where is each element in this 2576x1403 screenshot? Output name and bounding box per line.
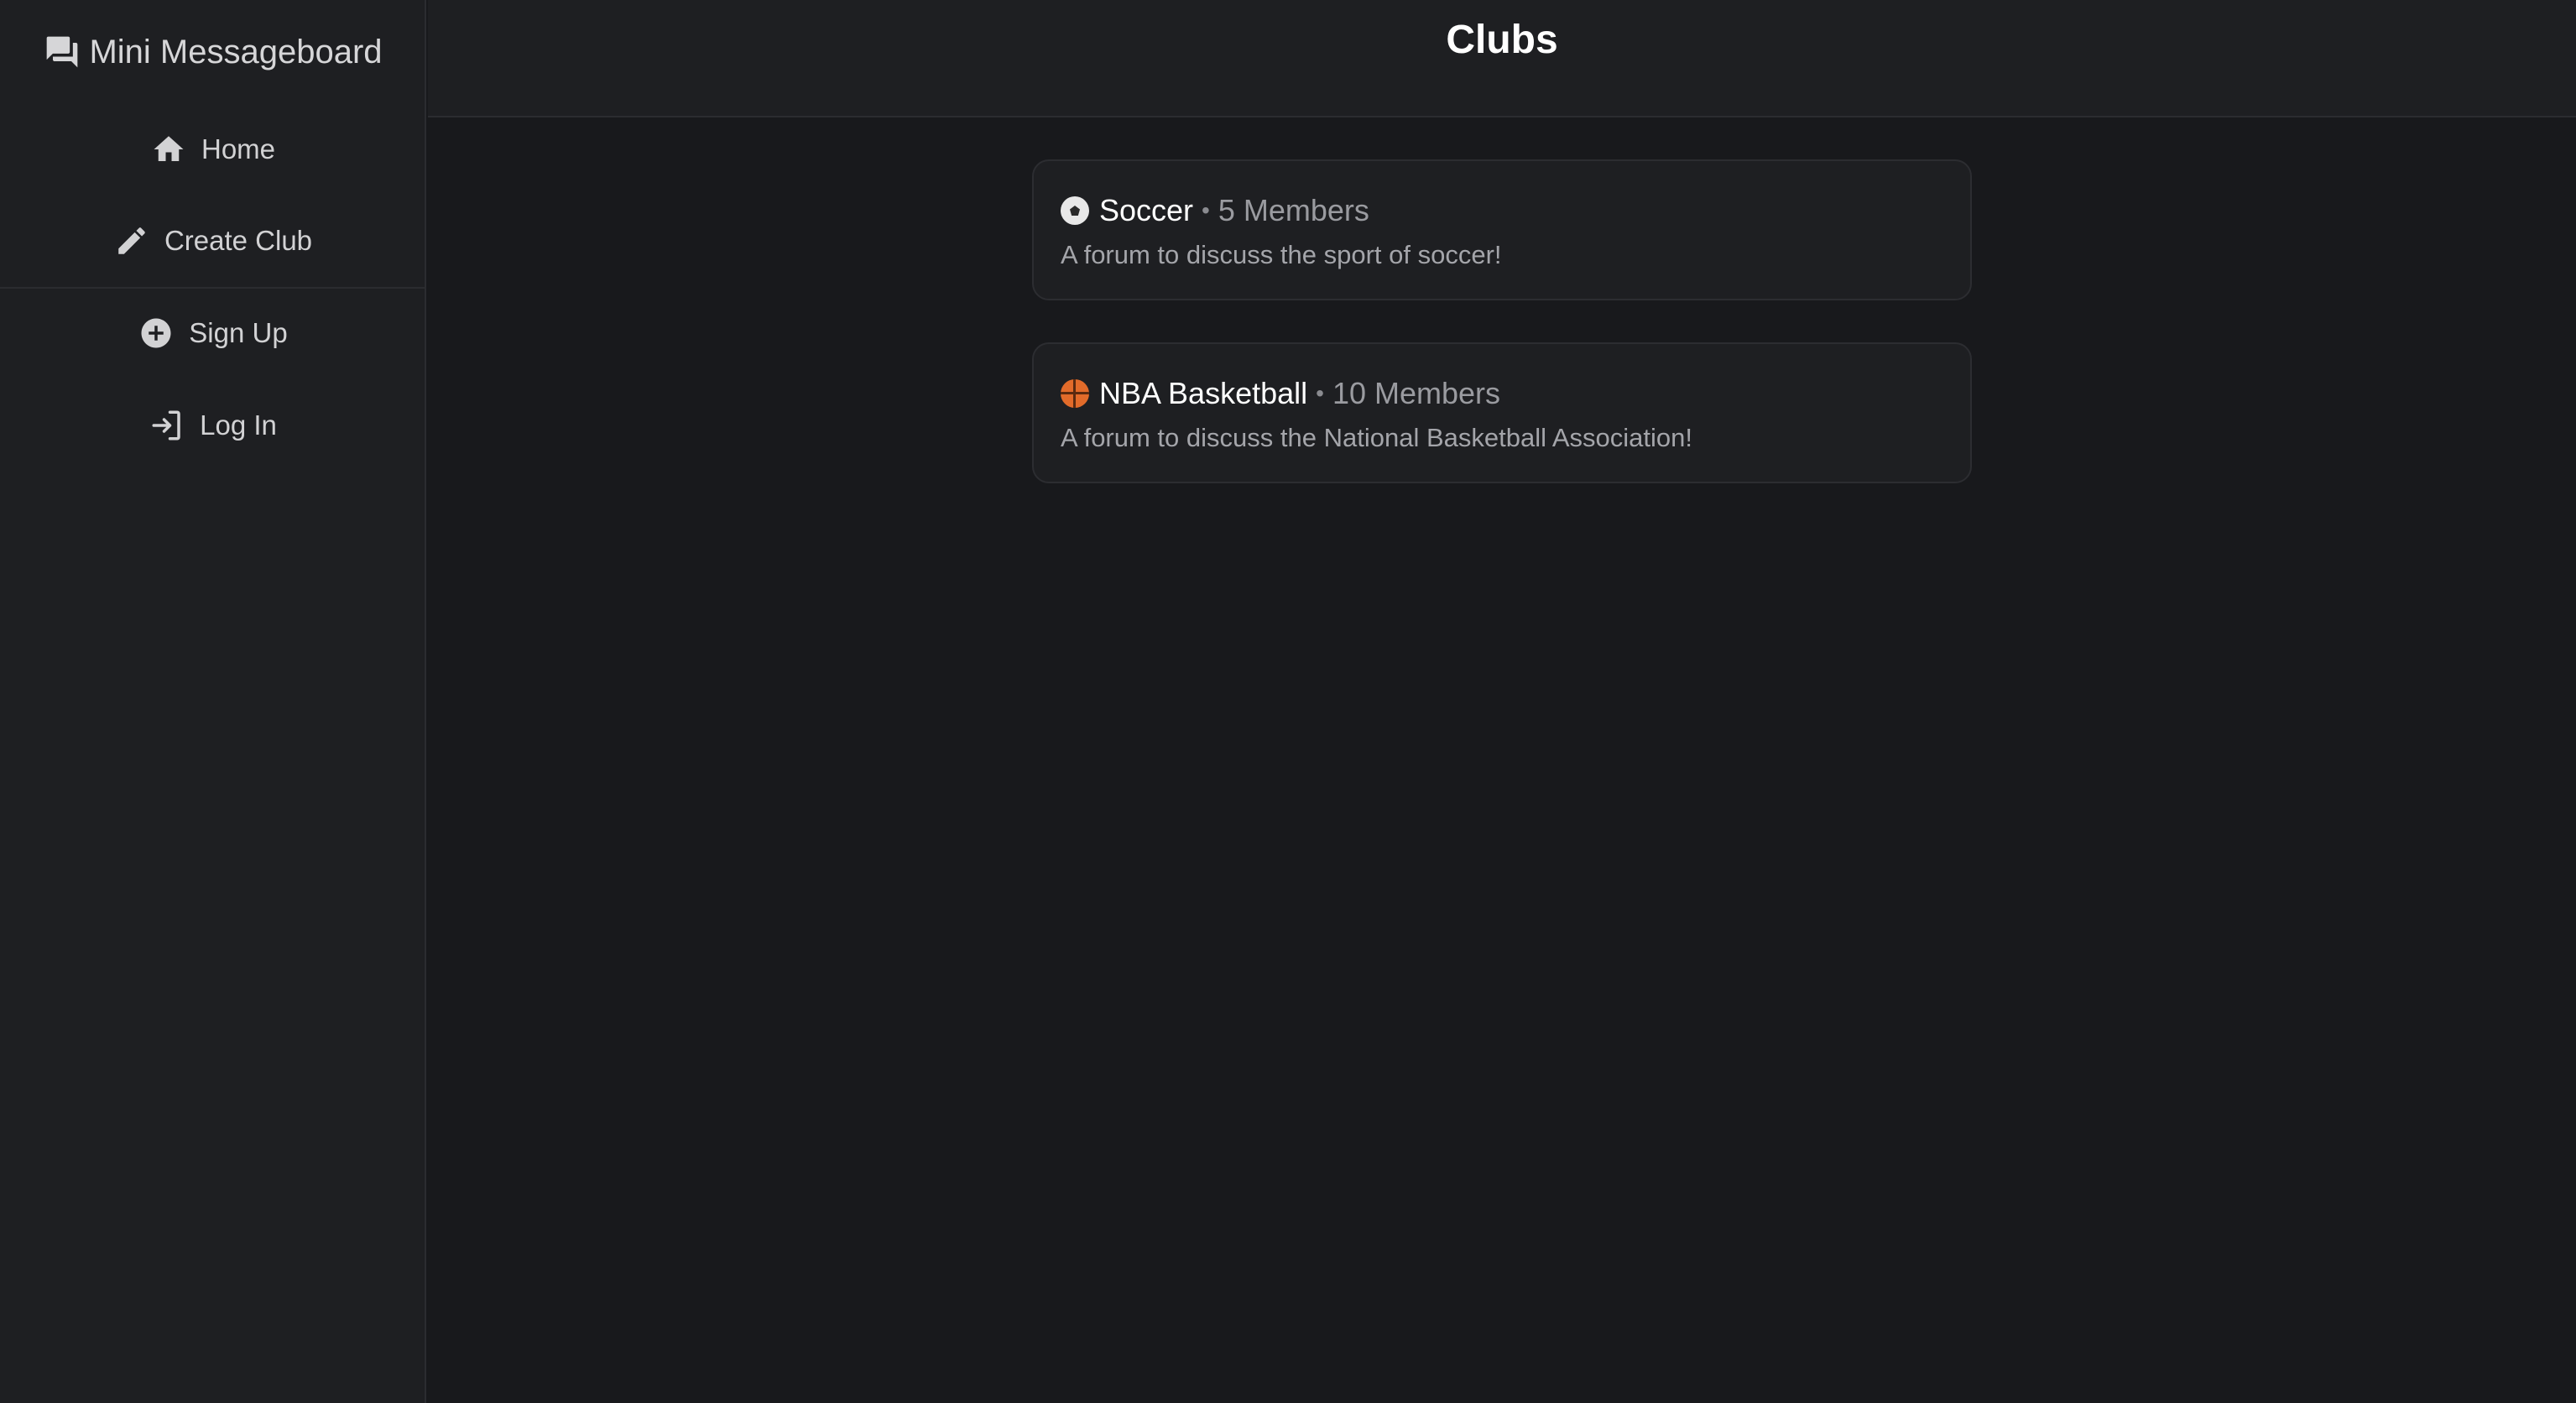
soccer-ball-icon: [1061, 196, 1089, 225]
sidebar-item-label: Log In: [200, 409, 277, 441]
club-separator: •: [1202, 197, 1210, 223]
login-icon: [152, 410, 180, 441]
club-name: Soccer: [1099, 193, 1194, 227]
sidebar-item-create-club[interactable]: Create Club: [0, 214, 426, 268]
basketball-icon: [1061, 379, 1089, 408]
club-member-count: 10 Members: [1332, 376, 1501, 410]
club-card-soccer[interactable]: Soccer • 5 Members A forum to discuss th…: [1032, 159, 1972, 300]
forum-icon: [47, 36, 78, 68]
sidebar-item-log-in[interactable]: Log In: [0, 399, 426, 452]
sidebar-item-label: Create Club: [164, 225, 313, 256]
brand-label: Mini Messageboard: [89, 33, 383, 70]
sidebar-item-label: Home: [201, 133, 276, 164]
club-card-heading: NBA Basketball • 10 Members: [1061, 376, 1500, 411]
club-description: A forum to discuss the National Basketba…: [1061, 423, 1693, 452]
home-icon: [154, 136, 184, 161]
club-card-heading: Soccer • 5 Members: [1061, 193, 1369, 228]
sidebar-item-label: Sign Up: [189, 317, 288, 348]
club-name: NBA Basketball: [1099, 376, 1308, 410]
page-header: Clubs: [428, 0, 2576, 117]
page-title: Clubs: [1446, 18, 1558, 63]
sidebar-item-sign-up[interactable]: Sign Up: [0, 306, 426, 360]
brand-link[interactable]: Mini Messageboard: [0, 27, 426, 77]
club-separator: •: [1316, 380, 1324, 406]
sidebar-item-home[interactable]: Home: [0, 123, 426, 176]
plus-circle-icon: [141, 318, 171, 348]
club-description: A forum to discuss the sport of soccer!: [1061, 240, 1502, 269]
club-card-nba-basketball[interactable]: NBA Basketball • 10 Members A forum to d…: [1032, 342, 1972, 483]
sidebar-divider: [0, 287, 426, 289]
club-member-count: 5 Members: [1218, 193, 1369, 227]
app-root: Mini Messageboard Home Create Club Sign …: [0, 0, 2576, 1403]
sidebar: Mini Messageboard Home Create Club Sign …: [0, 0, 426, 1403]
pencil-icon: [118, 227, 145, 254]
